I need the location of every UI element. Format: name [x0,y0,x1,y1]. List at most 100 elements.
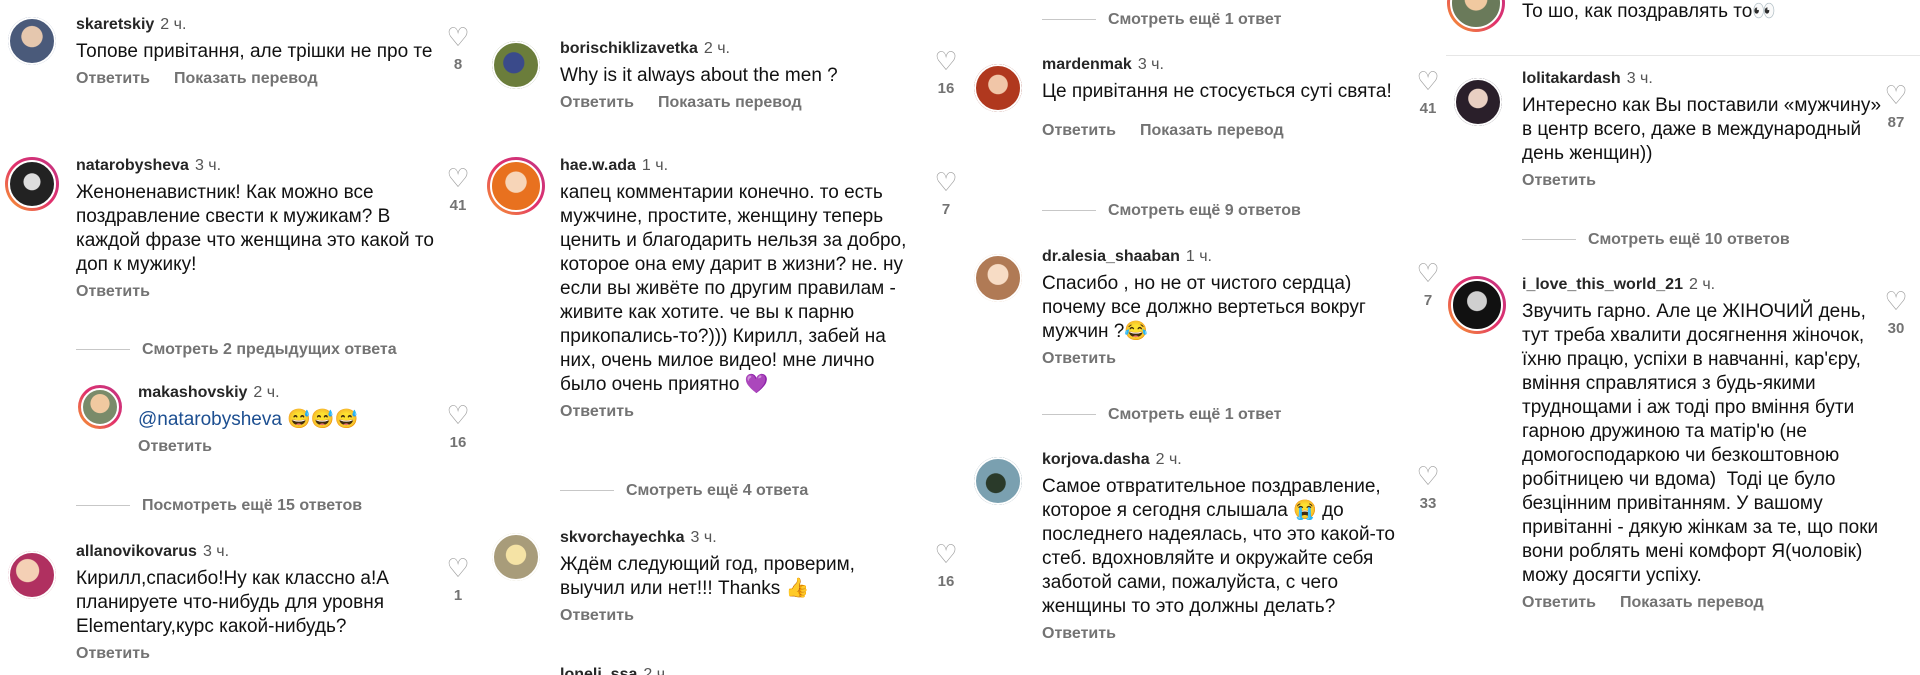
reply-button[interactable]: Ответить [138,438,212,455]
like-button[interactable]: ♡ 41 [442,165,474,214]
view-more-replies[interactable]: Смотреть ещё 4 ответа [560,482,808,500]
username[interactable]: dr.alesia_shaaban [1042,248,1180,265]
reply-button[interactable]: Ответить [1042,350,1116,367]
username[interactable]: lolitakardash [1522,70,1621,87]
like-count: 30 [1887,320,1905,337]
comment-body: skaretskiy 2 ч. Топове привітання, але тр… [76,14,436,88]
username[interactable]: skaretskiy [76,16,154,33]
view-more-replies[interactable]: Смотреть ещё 1 ответ [1042,11,1281,29]
divider-line [76,505,130,507]
show-translation-button[interactable]: Показать перевод [658,94,802,111]
show-translation-button[interactable]: Показать перевод [1140,122,1284,139]
like-count: 16 [449,434,467,451]
show-translation-button[interactable]: Показать перевод [1620,594,1764,611]
username[interactable]: loneli_ssa [560,666,637,675]
comment-body: dr.alesia_shaaban 1 ч. Спасибо , но не от… [1042,246,1402,368]
reply-button[interactable]: Ответить [1042,625,1116,642]
comment-text: @natarobysheva 😅😅😅 [138,409,359,430]
view-more-replies[interactable]: Посмотреть ещё 15 ответов [76,497,362,515]
divider-line [560,490,614,492]
heart-icon: ♡ [446,400,470,430]
comment-text: Кирилл,спасибо!Ну как классно а!А планир… [76,568,395,637]
avatar[interactable] [974,254,1022,302]
comment-body: mardenmak 3 ч. Це привітання не стосуєтьс… [1042,54,1402,140]
avatar[interactable] [5,157,59,211]
reply-button[interactable]: Ответить [76,645,150,662]
like-button[interactable]: ♡ 1 [442,555,474,604]
like-button[interactable]: ♡ 7 [930,169,962,218]
username[interactable]: korjova.dasha [1042,451,1150,468]
reply-button[interactable]: Ответить [560,94,634,111]
comment-text: Самое отвратительное поздравление, котор… [1042,476,1401,617]
avatar[interactable] [974,64,1022,112]
reply-button[interactable]: Ответить [560,403,634,420]
avatar[interactable] [8,17,56,65]
reply-button[interactable]: Ответить [1522,594,1596,611]
comment-text: Спасибо , но не от чистого сердца) почем… [1042,273,1372,342]
reply-button[interactable]: Ответить [1042,122,1116,139]
username[interactable]: makashovskiy [138,384,247,401]
view-more-replies[interactable]: Смотреть ещё 10 ответов [1522,231,1790,249]
username[interactable]: natarobysheva [76,157,189,174]
like-count: 87 [1887,114,1905,131]
like-count: 41 [449,197,467,214]
divider-line [1522,239,1576,241]
like-button[interactable]: ♡ 33 [1412,463,1444,512]
avatar[interactable] [78,385,122,429]
reply-button[interactable]: Ответить [560,607,634,624]
avatar[interactable] [1448,276,1506,334]
comment-body: korjova.dasha 2 ч. Самое отвратительное п… [1042,449,1402,643]
view-previous-replies[interactable]: Смотреть 2 предыдущих ответа [76,341,397,359]
timestamp: 3 ч. [194,157,222,174]
like-button[interactable]: ♡ 16 [442,402,474,451]
comment-body: makashovskiy 2 ч. @natarobysheva 😅😅😅 Отве… [138,382,438,456]
reply-button[interactable]: Ответить [76,70,150,87]
avatar[interactable] [487,157,545,215]
comment-body: makashovskiy То шо, как поздравлять то👀 [1522,0,1882,24]
comments-panel-4: makashovskiy То шо, как поздравлять то👀 … [1446,0,1920,675]
timestamp: 2 ч. [643,666,670,675]
avatar[interactable] [974,457,1022,505]
comment-text: Це привітання не стосується суті свята! [1042,81,1392,102]
heart-icon: ♡ [934,46,958,76]
divider-line [76,349,130,351]
mention-link[interactable]: @natarobysheva [138,409,282,430]
like-button[interactable]: ♡ 41 [1412,68,1444,117]
avatar[interactable] [1447,0,1505,32]
username[interactable]: hae.w.ada [560,157,636,174]
heart-icon: ♡ [1416,258,1440,288]
avatar[interactable] [492,41,540,89]
like-button[interactable]: ♡ 16 [930,541,962,590]
like-button[interactable]: ♡ 8 [442,24,474,73]
username[interactable]: allanovikovarus [76,543,197,560]
username[interactable]: borischiklizavetka [560,40,698,57]
timestamp: 2 ч. [160,16,187,33]
divider-line [1042,19,1096,21]
comment-text: Ждём следующий год, проверим, выучил или… [560,554,861,599]
like-button[interactable]: ♡ 7 [1412,260,1444,309]
heart-icon: ♡ [1416,66,1440,96]
comment-body: lolitakardash 3 ч. Интересно как Вы поста… [1522,68,1882,190]
avatar[interactable] [8,551,56,599]
like-button[interactable]: ♡ 87 [1880,82,1912,131]
username[interactable]: i_love_this_world_21 [1522,276,1683,293]
username[interactable]: skvorchayechka [560,529,685,546]
like-button[interactable]: ♡ 16 [930,48,962,97]
divider-line [1042,414,1096,416]
show-translation-button[interactable]: Показать перевод [174,70,318,87]
reply-button[interactable]: Ответить [1522,172,1596,189]
like-button[interactable]: ♡ 30 [1880,288,1912,337]
view-more-replies[interactable]: Смотреть ещё 1 ответ [1042,406,1281,424]
timestamp: 2 ч. [1155,451,1182,468]
like-count: 7 [941,201,951,218]
comment-text: Женоненавистник! Как можно все поздравле… [76,182,440,275]
view-more-replies[interactable]: Смотреть ещё 9 ответов [1042,202,1301,220]
heart-icon: ♡ [1884,80,1908,110]
avatar[interactable] [492,533,540,581]
timestamp: 3 ч. [1137,56,1164,73]
avatar[interactable] [1454,78,1502,126]
reply-button[interactable]: Ответить [76,283,150,300]
timestamp: 1 ч. [641,157,669,174]
username[interactable]: mardenmak [1042,56,1132,73]
section-divider [1446,55,1920,56]
